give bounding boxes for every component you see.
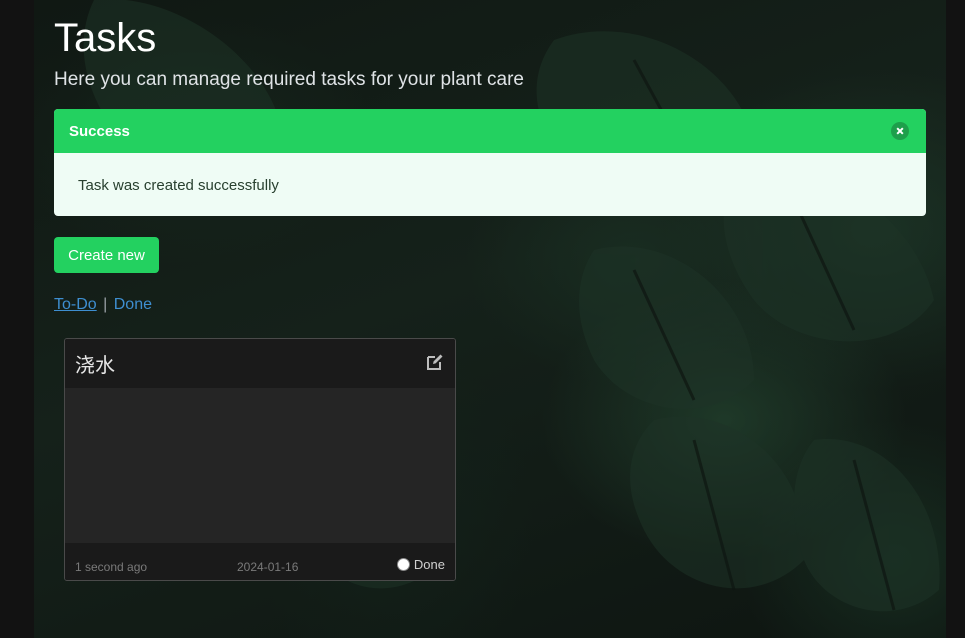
- right-margin: [946, 0, 965, 638]
- filter-todo-link[interactable]: To-Do: [54, 296, 97, 313]
- alert-message: Task was created successfully: [78, 177, 279, 194]
- alert-body: Task was created successfully: [54, 153, 926, 194]
- success-alert: Success Task was created successfully: [54, 109, 926, 216]
- filter-separator: |: [103, 296, 108, 313]
- task-created-ago: 1 second ago: [75, 560, 148, 574]
- task-card-header: 浇水: [65, 339, 455, 388]
- alert-title: Success: [69, 122, 130, 140]
- task-due-date: 2024-01-16: [237, 560, 299, 574]
- edit-icon[interactable]: [425, 352, 445, 372]
- filter-done-link[interactable]: Done: [114, 296, 152, 313]
- create-new-button[interactable]: Create new: [54, 237, 159, 273]
- done-label: Done: [413, 557, 445, 572]
- task-card-footer: 1 second ago 2024-01-16 Done: [65, 543, 455, 580]
- task-filter-links: To-Do | Done: [54, 296, 152, 314]
- task-card: 浇水 1 second ago 2024-01-16 Done: [64, 338, 456, 581]
- alert-header: Success: [54, 109, 926, 153]
- left-margin: [0, 0, 34, 638]
- task-title: 浇水: [75, 353, 115, 377]
- page-subtitle: Here you can manage required tasks for y…: [54, 69, 524, 90]
- task-card-body: [65, 388, 455, 543]
- done-radio[interactable]: [396, 558, 410, 571]
- page-title: Tasks: [54, 16, 157, 60]
- task-done-toggle[interactable]: Done: [396, 557, 445, 572]
- close-icon[interactable]: [891, 122, 909, 140]
